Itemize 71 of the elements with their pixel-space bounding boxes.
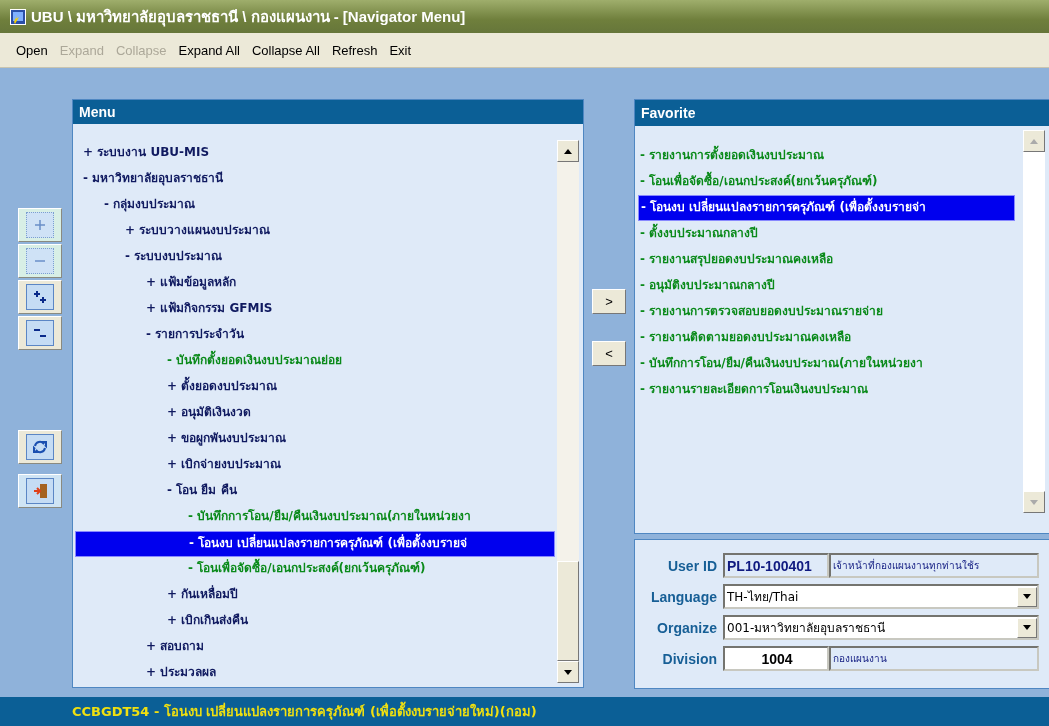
door-exit-icon — [32, 483, 48, 499]
tree-item[interactable]: - โอนเพื่อจัดซื้อ/เอนกประสงค์(ยกเว้นครุภัณฑ์) — [75, 557, 555, 583]
caret-icon — [1023, 625, 1031, 630]
caret-icon — [1030, 138, 1038, 144]
toolbar-button[interactable] — [18, 280, 62, 314]
menu-item[interactable]: Refresh — [325, 40, 384, 60]
field-label: Division — [661, 650, 718, 667]
user-id-field[interactable]: PL10-100401 — [723, 553, 829, 578]
favorite-item[interactable]: - รายงานสรุปยอดงบประมาณคงเหลือ — [638, 247, 1015, 273]
language-dropdown[interactable]: TH-ไทย/Thai — [723, 584, 1039, 609]
favorite-item[interactable]: - ตั้งงบประมาณกลางปี — [638, 221, 1015, 247]
menu-item[interactable]: Expand All — [172, 40, 246, 60]
menu-item[interactable]: Open — [10, 40, 54, 60]
tree-item[interactable]: + เบิกจ่ายงบประมาณ — [75, 453, 555, 479]
tree-item[interactable]: + สอบถาม — [75, 635, 555, 661]
tree-item[interactable]: + ระบบงาน UBU-MIS — [75, 141, 555, 167]
tree-item[interactable]: - บันทึกการโอน/ยืม/คืนเงินงบประมาณ(ภายในหน่วยงา — [75, 505, 555, 531]
transfer-button[interactable]: < — [592, 341, 626, 366]
tree-item[interactable]: + เบิกเกินส่งคืน — [75, 609, 555, 635]
scroll-down-button[interactable] — [557, 661, 579, 683]
scrollbar[interactable] — [557, 140, 579, 683]
favorite-item[interactable]: - โอนงบ เปลี่ยนแปลงรายการครุภัณฑ์ (เพื่อตั้งงบรายจ่า — [638, 195, 1015, 221]
panel-header: Favorite — [635, 100, 1049, 126]
minus-icon — [34, 260, 46, 262]
tree-item[interactable]: - มหาวิทยาลัยอุบลราชธานี — [75, 167, 555, 193]
favorite-item[interactable]: - โอนเพื่อจัดซื้อ/เอนกประสงค์(ยกเว้นครุภัณฑ์) — [638, 169, 1015, 195]
menu-item[interactable]: Exit — [383, 40, 418, 60]
tree-item[interactable]: + ขอผูกพันงบประมาณ — [75, 427, 555, 453]
field-label: User ID — [666, 557, 718, 574]
panel-header: Menu — [73, 100, 583, 124]
tree-item[interactable]: - รายการประจำวัน — [75, 323, 555, 349]
tree-item[interactable]: - โอนงบ เปลี่ยนแปลงรายการครุภัณฑ์ (เพื่อตั้งงบรายจ่ — [75, 531, 555, 557]
favorite-item[interactable]: - รายงานรายละเอียดการโอนเงินงบประมาณ — [638, 377, 1015, 403]
tree-item[interactable]: + แฟ้มกิจกรรม GFMIS — [75, 297, 555, 323]
double-minus-icon — [33, 329, 47, 337]
transfer-button[interactable]: > — [592, 289, 626, 314]
scroll-thumb[interactable] — [557, 561, 579, 661]
favorite-item[interactable]: - รายงานการตั้งยอดเงินงบประมาณ — [638, 143, 1015, 169]
scroll-up-button[interactable] — [557, 140, 579, 162]
status-bar: CCBGDT54 - โอนงบ เปลี่ยนแปลงรายการครุภัณฑ์ (เพื่อตั้งงบรายจ่ายใหม่)(กอม) — [0, 697, 1049, 726]
division-code-field[interactable]: 1004 — [723, 646, 829, 671]
toolbar-button[interactable] — [18, 430, 62, 464]
tree-item[interactable]: - กลุ่มงบประมาณ — [75, 193, 555, 219]
field-label: Language — [649, 588, 718, 605]
tree-item[interactable]: + อนุมัติเงินงวด — [75, 401, 555, 427]
field-label: Organize — [656, 619, 718, 636]
tree-item[interactable]: + กันเหลื่อมปี — [75, 583, 555, 609]
refresh-icon — [33, 440, 47, 454]
tree-item[interactable]: - ระบบงบประมาณ — [75, 245, 555, 271]
caret-icon — [1023, 594, 1031, 599]
tree-item[interactable]: - โอน ยืม คืน — [75, 479, 555, 505]
tree-item[interactable]: + ประมวลผล — [75, 661, 555, 687]
caret-icon — [564, 669, 572, 675]
window-title: UBU \ มหาวิทยาลัยอุบลราชธานี \ กองแผนงาน - [Navigator Menu] — [31, 6, 466, 29]
caret-icon — [1030, 499, 1038, 505]
plus-icon — [34, 219, 46, 231]
app-icon — [10, 8, 26, 25]
double-plus-icon — [33, 290, 47, 304]
tree-item[interactable]: - บันทึกตั้งยอดเงินงบประมาณย่อย — [75, 349, 555, 375]
favorite-item[interactable]: - รายงานการตรวจสอบยอดงบประมาณรายจ่าย — [638, 299, 1015, 325]
favorite-item[interactable]: - อนุมัติงบประมาณกลางปี — [638, 273, 1015, 299]
favorite-item[interactable]: - รายงานติดตามยอดงบประมาณคงเหลือ — [638, 325, 1015, 351]
organize-dropdown[interactable]: 001-มหาวิทยาลัยอุบลราชธานี — [723, 615, 1039, 640]
caret-icon — [564, 148, 572, 154]
tree-item[interactable]: + ตั้งยอดงบประมาณ — [75, 375, 555, 401]
favorite-item[interactable]: - บันทึกการโอน/ยืม/คืนเงินงบประมาณ(ภายในหน่วยงา — [638, 351, 1015, 377]
division-name-field: กองแผนงาน — [829, 646, 1039, 671]
tree-item[interactable]: + ระบบวางแผนงบประมาณ — [75, 219, 555, 245]
menu-item[interactable]: Collapse All — [245, 40, 326, 60]
tree-item[interactable]: + แฟ้มข้อมูลหลัก — [75, 271, 555, 297]
user-name-field: เจ้าหน้าที่กองแผนงานทุกท่านใช้ร — [829, 553, 1039, 578]
